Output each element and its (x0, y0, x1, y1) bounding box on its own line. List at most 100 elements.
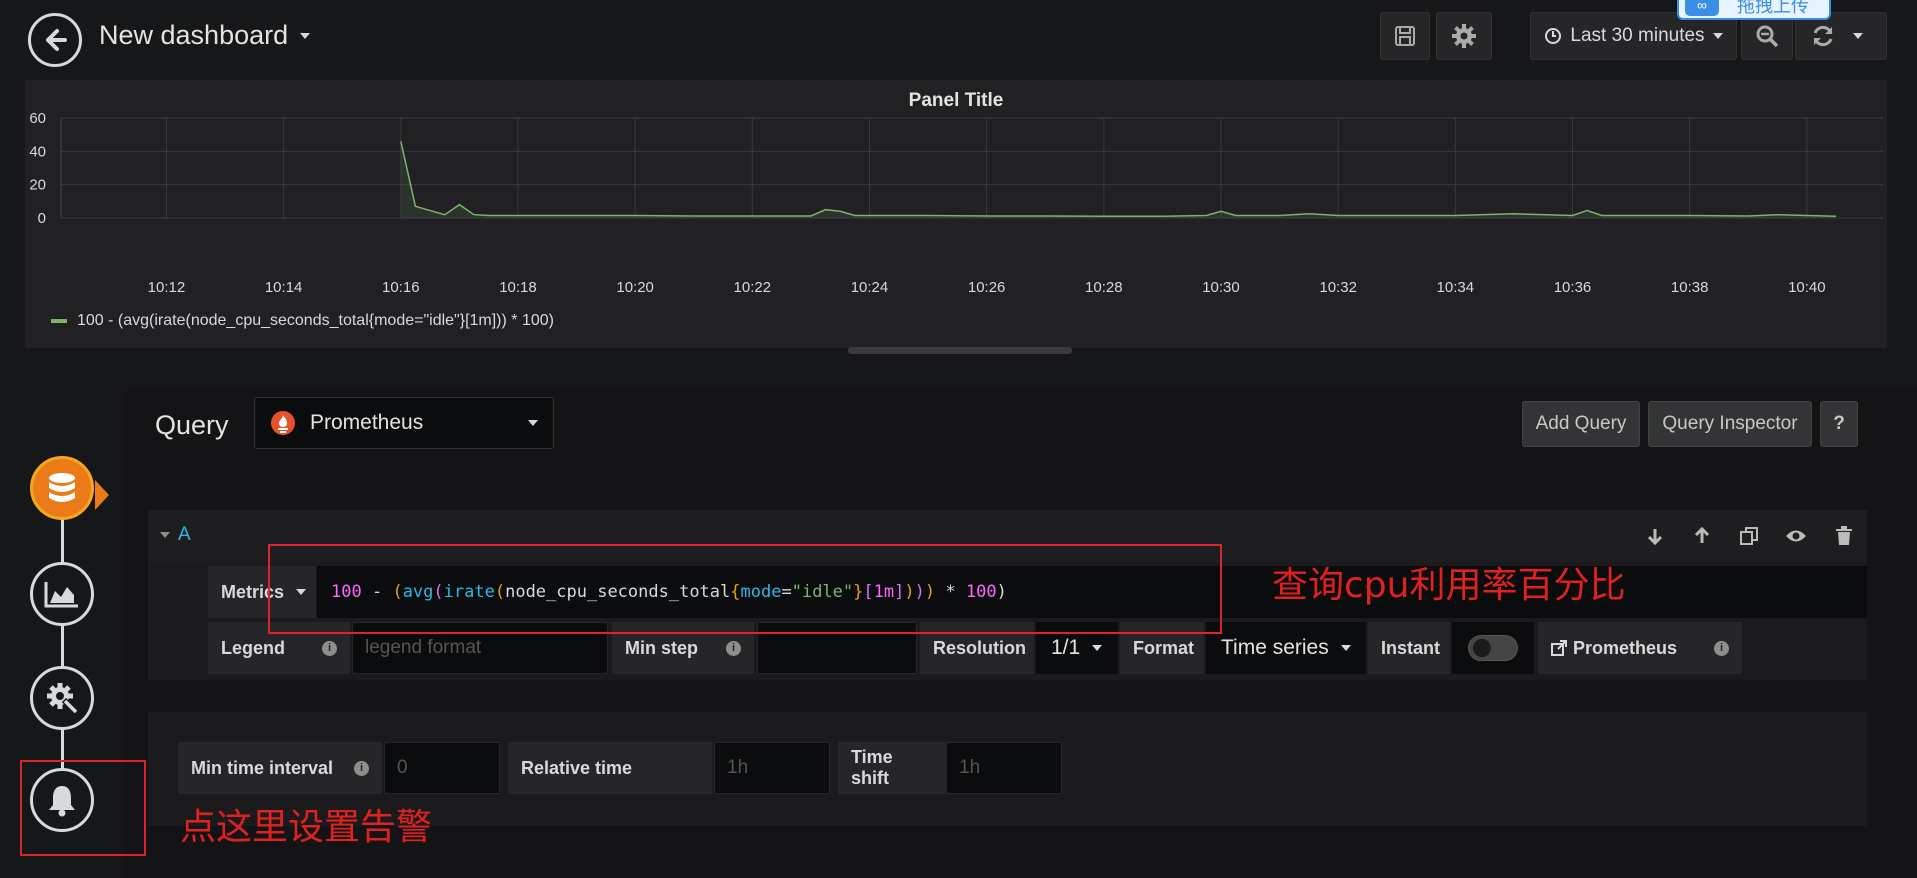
caret-down-icon (300, 32, 311, 39)
settings-button[interactable] (1436, 12, 1492, 60)
relative-time-input[interactable]: 1h (714, 742, 830, 794)
query-row-toggle[interactable]: A (160, 524, 191, 546)
arrow-down-icon (1647, 529, 1663, 545)
upload-logo: ∞ (1685, 0, 1719, 16)
prometheus-logo-icon (271, 411, 295, 435)
duplicate-query-button[interactable] (1737, 524, 1761, 548)
query-highlight-box (268, 544, 1222, 634)
caret-down-icon (1853, 33, 1863, 39)
y-tick-label: 60 (29, 110, 46, 127)
save-dashboard-button[interactable] (1380, 12, 1430, 60)
rail-visualization-tab[interactable] (30, 562, 94, 626)
resolution-value: 1/1 (1051, 636, 1081, 659)
x-tick-label: 10:16 (382, 279, 420, 296)
prometheus-link-text: Prometheus (1573, 637, 1678, 658)
x-tick-label: 10:40 (1788, 279, 1826, 296)
x-tick-label: 10:26 (968, 279, 1006, 296)
alert-annotation-note: 点这里设置告警 (180, 807, 433, 848)
panel-resize-handle[interactable] (848, 347, 1072, 354)
min-time-interval-input[interactable]: 0 (384, 742, 500, 794)
refresh-interval-dropdown[interactable] (1845, 33, 1871, 39)
move-up-button[interactable] (1690, 524, 1714, 548)
x-tick-label: 10:12 (148, 279, 186, 296)
time-shift-input[interactable]: 1h (946, 742, 1062, 794)
area-chart-icon (44, 582, 78, 608)
series-area (400, 141, 1837, 218)
legend-series-label[interactable]: 100 - (avg(irate(node_cpu_seconds_total{… (77, 312, 554, 330)
min-step-label-text: Min step (625, 637, 699, 658)
x-tick-label: 10:32 (1319, 279, 1357, 296)
query-inspector-button[interactable]: Query Inspector (1648, 401, 1812, 447)
rail-active-pointer (95, 480, 109, 510)
datasource-picker[interactable]: Prometheus (254, 397, 554, 449)
rail-connector (61, 480, 64, 790)
legend-label-text: Legend (221, 637, 286, 658)
format-select[interactable]: Time series (1206, 622, 1366, 674)
database-icon (49, 473, 75, 502)
series-line (400, 141, 1837, 218)
x-tick-label: 10:24 (851, 279, 889, 296)
move-down-button[interactable] (1643, 524, 1667, 548)
graph-legend[interactable]: 100 - (avg(irate(node_cpu_seconds_total{… (51, 312, 554, 330)
caret-down-icon (160, 532, 170, 538)
upload-badge-label: 拖拽上传 (1737, 0, 1809, 16)
trash-icon (1836, 526, 1852, 545)
x-tick-label: 10:36 (1554, 279, 1592, 296)
info-icon[interactable]: i (354, 760, 369, 776)
rail-queries-tab[interactable] (30, 456, 94, 520)
caret-down-icon (1092, 645, 1103, 651)
refresh-icon (1813, 25, 1833, 47)
datasource-name: Prometheus (310, 411, 424, 434)
add-query-button[interactable]: Add Query (1522, 401, 1640, 447)
rail-general-tab[interactable] (30, 666, 94, 730)
gear-icon (1452, 24, 1476, 48)
graph-panel: Panel Title 60 40 20 0 10:12 10:14 10:16 10:18 1… (25, 80, 1887, 348)
x-tick-label: 10:22 (734, 279, 772, 296)
save-icon (1395, 26, 1415, 46)
clock-icon (1545, 28, 1562, 44)
min-time-interval-label: Min time interval i (178, 742, 382, 794)
relative-time-label: Relative time (508, 742, 712, 794)
info-icon[interactable]: i (322, 640, 337, 656)
info-icon[interactable]: i (1714, 640, 1729, 656)
copy-icon (1740, 527, 1758, 545)
x-tick-label: 10:28 (1085, 279, 1123, 296)
x-tick-label: 10:34 (1437, 279, 1475, 296)
dashboard-title[interactable]: New dashboard (99, 20, 311, 51)
legend-swatch (51, 319, 67, 323)
help-button[interactable]: ? (1820, 401, 1858, 447)
cog-wrench-icon (47, 683, 79, 715)
alert-highlight-box (20, 760, 146, 856)
time-range-label: Last 30 minutes (1570, 25, 1705, 46)
info-icon[interactable]: i (726, 640, 741, 656)
query-ref-id: A (178, 524, 191, 545)
x-tick-label: 10:18 (499, 279, 537, 296)
instant-toggle[interactable] (1468, 635, 1518, 661)
caret-down-icon (1712, 33, 1723, 39)
caret-down-icon (1340, 645, 1351, 651)
x-tick-label: 10:30 (1202, 279, 1240, 296)
instant-label: Instant (1368, 622, 1450, 674)
remove-query-button[interactable] (1832, 524, 1856, 548)
toggle-visibility-button[interactable] (1784, 524, 1808, 548)
y-tick-label: 20 (29, 177, 46, 194)
y-tick-label: 0 (38, 210, 46, 227)
query-annotation-note: 查询cpu利用率百分比 (1272, 565, 1626, 606)
prometheus-link-label[interactable]: Prometheus i (1538, 622, 1742, 674)
upload-badge[interactable]: ∞ 拖拽上传 (1677, 0, 1831, 20)
time-shift-label: Time shift (838, 742, 946, 794)
eye-icon (1786, 530, 1806, 542)
y-tick-label: 40 (29, 143, 46, 160)
dashboard-title-text: New dashboard (99, 20, 289, 50)
x-tick-label: 10:20 (616, 279, 654, 296)
x-tick-label: 10:14 (265, 279, 303, 296)
format-value: Time series (1221, 636, 1329, 659)
min-time-interval-text: Min time interval (191, 757, 334, 778)
query-section-title: Query (155, 410, 229, 440)
external-link-icon (1551, 640, 1567, 656)
zoom-out-icon (1756, 25, 1779, 48)
back-button[interactable] (28, 13, 82, 67)
caret-down-icon (528, 420, 538, 426)
graph-plot[interactable]: 60 40 20 0 10:12 10:14 10:16 10:18 10:20 10:22 10:… (25, 80, 1887, 310)
arrow-up-icon (1694, 527, 1710, 543)
